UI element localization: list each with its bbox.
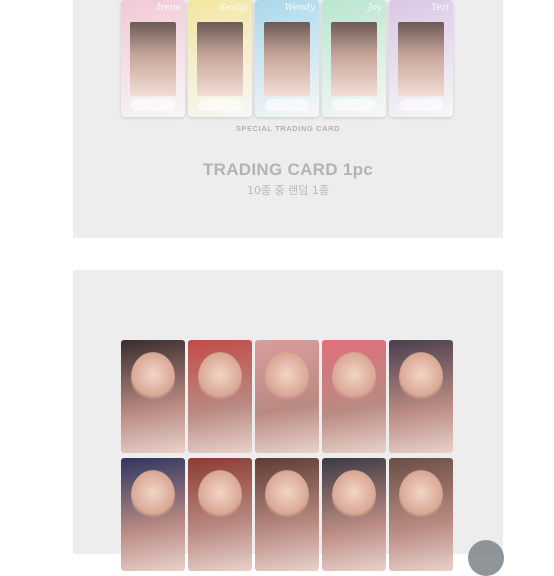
photocard-face [198,352,242,402]
card-script-label: Irene [156,3,181,13]
photocard [188,340,252,453]
special-card-2: Seulgi [188,0,252,117]
card-script-label: Wendy [284,3,316,13]
scroll-top-button[interactable] [468,540,504,576]
special-card-4: Joy [322,0,386,117]
card-portrait [331,22,377,96]
trading-card-subtitle: 10종 중 랜덤 1종 [246,184,330,197]
photocard [255,340,319,453]
photocard-face [399,352,443,402]
card-script-label: Joy [367,3,382,13]
special-card-panel: Irene Seulgi Wendy Joy Yeri SPECIAL TRAD… [73,0,503,238]
photocard-face [131,352,175,402]
photocard [121,340,185,453]
card-decoration [399,99,443,111]
photocard-face [131,470,175,520]
special-card-5: Yeri [389,0,453,117]
special-card-1: Irene [121,0,185,117]
photocard [389,458,453,571]
card-decoration [198,99,242,111]
photocard [255,458,319,571]
special-card-caption: SPECIAL TRADING CARD [235,124,341,133]
card-script-label: Yeri [431,3,449,13]
photocard-face [265,352,309,402]
photocard-grid [121,340,455,571]
photocard-face [399,470,443,520]
card-decoration [332,99,376,111]
card-portrait [197,22,243,96]
special-card-row: Irene Seulgi Wendy Joy Yeri [121,0,455,117]
card-decoration [265,99,309,111]
card-portrait [264,22,310,96]
photocard [389,340,453,453]
photocard [188,458,252,571]
photocard [322,458,386,571]
card-script-label: Seulgi [219,3,248,13]
photocard-panel [73,270,503,571]
photocard-face [265,470,309,520]
photocard [322,340,386,453]
photocard-face [198,470,242,520]
photocard-face [332,352,376,402]
card-portrait [398,22,444,96]
special-card-3: Wendy [255,0,319,117]
photocard-face [332,470,376,520]
photocard [121,458,185,571]
card-portrait [130,22,176,96]
card-decoration [131,99,175,111]
trading-card-title: TRADING CARD 1pc [202,160,374,179]
